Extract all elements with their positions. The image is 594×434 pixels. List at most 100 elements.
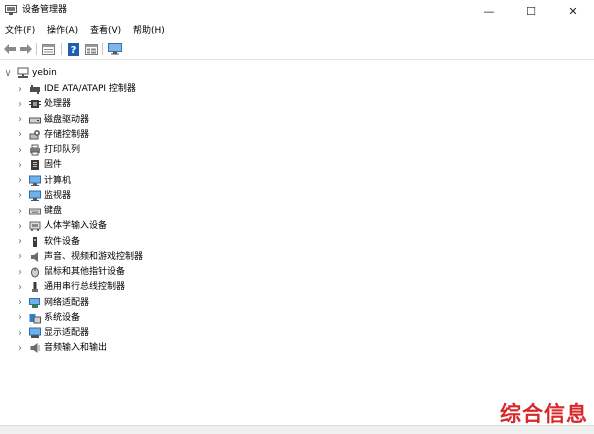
collapse-icon[interactable]: › <box>16 280 24 294</box>
tree-item-label: 通用串行总线控制器 <box>44 282 126 293</box>
tree-item-label: 鼠标和其他指针设备 <box>44 267 126 277</box>
toolbar-separator <box>102 43 103 55</box>
expand-icon[interactable]: ∨ <box>4 66 12 80</box>
toolbar-separator <box>61 43 62 55</box>
collapse-icon[interactable]: › <box>16 296 24 310</box>
title-bar: 设备管理器 — ☐ ✕ <box>0 0 594 22</box>
tree-item-label: 软件设备 <box>44 236 81 247</box>
monitor-icon <box>107 43 122 55</box>
tree-item[interactable]: › 键盘 <box>16 204 62 218</box>
tree-item-label: 声音、视频和游戏控制器 <box>44 251 144 262</box>
tree-item-label: 音频输入和输出 <box>44 343 108 354</box>
tree-item-label: 存储控制器 <box>44 129 90 140</box>
display-adapter-icon <box>29 327 41 339</box>
minimize-button[interactable]: — <box>468 0 510 22</box>
tree-item[interactable]: › 显示适配器 <box>16 326 89 340</box>
menu-help[interactable]: 帮助(H) <box>133 25 165 37</box>
printer-icon <box>29 144 41 156</box>
window-title: 设备管理器 <box>22 5 68 15</box>
toolbar: ? <box>0 40 594 60</box>
collapse-icon[interactable]: › <box>16 128 24 142</box>
collapse-icon[interactable]: › <box>16 204 24 218</box>
tree-item[interactable]: › 声音、视频和游戏控制器 <box>16 250 143 264</box>
maximize-button[interactable]: ☐ <box>510 0 552 22</box>
details-view-button[interactable] <box>84 42 99 56</box>
minimize-icon: — <box>483 4 495 18</box>
tree-item-label: 人体学输入设备 <box>44 221 108 232</box>
collapse-icon[interactable]: › <box>16 265 24 279</box>
collapse-icon[interactable]: › <box>16 143 24 157</box>
tree-item[interactable]: › 打印队列 <box>16 143 80 157</box>
disk-drive-icon <box>29 114 41 126</box>
tree-item-label: 磁盘驱动器 <box>44 114 90 125</box>
keyboard-icon <box>29 205 41 217</box>
collapse-icon[interactable]: › <box>16 158 24 172</box>
scan-hardware-button[interactable] <box>107 42 122 56</box>
tree-item[interactable]: › 处理器 <box>16 97 71 111</box>
details-view-icon <box>85 43 98 55</box>
system-device-icon <box>29 312 41 324</box>
menu-view[interactable]: 查看(V) <box>90 25 121 37</box>
tree-item[interactable]: › 软件设备 <box>16 235 80 249</box>
collapse-icon[interactable]: › <box>16 326 24 340</box>
close-button[interactable]: ✕ <box>552 0 594 22</box>
collapse-icon[interactable]: › <box>16 219 24 233</box>
collapse-icon[interactable]: › <box>16 189 24 203</box>
help-icon: ? <box>68 42 79 56</box>
tree-item[interactable]: › 网络适配器 <box>16 296 89 310</box>
watermark-logo: 综合信息 <box>500 402 588 426</box>
tree-item[interactable]: › 人体学输入设备 <box>16 219 107 233</box>
monitor-icon <box>29 190 41 202</box>
maximize-icon: ☐ <box>526 4 536 18</box>
software-device-icon <box>29 236 41 248</box>
back-button[interactable] <box>2 42 17 56</box>
menu-action[interactable]: 操作(A) <box>47 25 78 37</box>
collapse-icon[interactable]: › <box>16 97 24 111</box>
collapse-icon[interactable]: › <box>16 174 24 188</box>
computer-network-icon <box>17 67 29 79</box>
tree-item[interactable]: › 计算机 <box>16 174 71 188</box>
computer-name: yebin <box>32 68 57 78</box>
tree-item[interactable]: › IDE ATA/ATAPI 控制器 <box>16 82 136 96</box>
collapse-icon[interactable]: › <box>16 250 24 264</box>
tree-item-label: 打印队列 <box>44 145 81 155</box>
help-button[interactable]: ? <box>66 42 81 56</box>
usb-icon <box>29 281 41 293</box>
collapse-icon[interactable]: › <box>16 235 24 249</box>
collapse-icon[interactable]: › <box>16 341 24 355</box>
tree-item[interactable]: › 音频输入和输出 <box>16 341 107 355</box>
processor-icon <box>29 98 41 110</box>
computer-icon <box>29 175 41 187</box>
tree-item[interactable]: › 存储控制器 <box>16 128 89 142</box>
tree-item-label: 系统设备 <box>44 312 81 323</box>
collapse-icon[interactable]: › <box>16 311 24 325</box>
ide-controller-icon <box>29 83 41 95</box>
tree-item-label: IDE ATA/ATAPI 控制器 <box>44 84 136 94</box>
back-icon <box>3 44 16 54</box>
tree-item-label: 键盘 <box>44 206 63 216</box>
tree-item[interactable]: › 监视器 <box>16 189 71 203</box>
tree-item-label: 监视器 <box>44 190 72 201</box>
audio-io-icon <box>29 342 41 354</box>
firmware-icon <box>29 159 41 171</box>
tree-item[interactable]: › 固件 <box>16 158 62 172</box>
status-bar <box>0 425 594 434</box>
collapse-icon[interactable]: › <box>16 82 24 96</box>
properties-button[interactable] <box>41 42 56 56</box>
tree-item-label: 显示适配器 <box>44 328 90 338</box>
tree-item[interactable]: › 通用串行总线控制器 <box>16 280 125 294</box>
close-icon: ✕ <box>568 4 578 18</box>
tree-item[interactable]: › 磁盘驱动器 <box>16 113 89 127</box>
network-adapter-icon <box>29 297 41 309</box>
svg-text:?: ? <box>71 45 77 56</box>
tree-item-label: 处理器 <box>44 99 72 110</box>
device-manager-icon <box>5 5 17 15</box>
tree-item[interactable]: › 系统设备 <box>16 311 80 325</box>
tree-item-label: 计算机 <box>44 175 72 186</box>
forward-button[interactable] <box>18 42 33 56</box>
menu-file[interactable]: 文件(F) <box>5 25 35 37</box>
tree-root[interactable]: ∨ yebin <box>4 66 57 80</box>
collapse-icon[interactable]: › <box>16 113 24 127</box>
hid-icon <box>29 220 41 232</box>
tree-item[interactable]: › 鼠标和其他指针设备 <box>16 265 125 279</box>
